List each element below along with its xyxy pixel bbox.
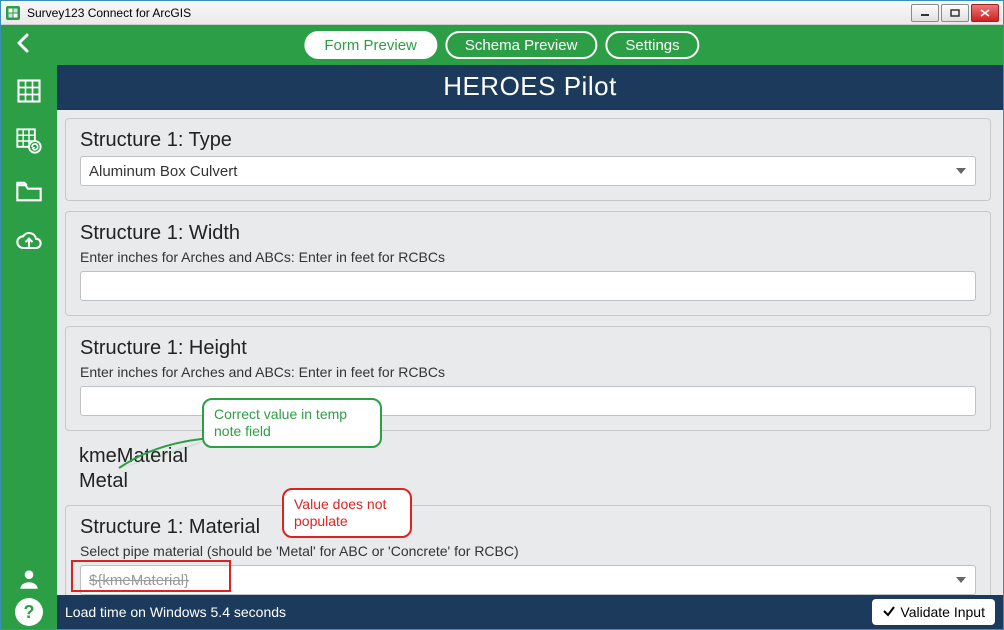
header-bar: Form Preview Schema Preview Settings (1, 25, 1003, 65)
check-icon (882, 604, 896, 621)
minimize-button[interactable] (911, 4, 939, 22)
back-button[interactable] (13, 32, 35, 59)
question-material-select[interactable] (80, 565, 976, 595)
question-width-label: Structure 1: Width (80, 222, 976, 245)
titlebar: Survey123 Connect for ArcGIS (1, 1, 1003, 25)
question-material: Structure 1: Material Select pipe materi… (65, 505, 991, 595)
maximize-button[interactable] (941, 4, 969, 22)
footer-row: ? Load time on Windows 5.4 seconds Valid… (1, 595, 1003, 629)
question-width: Structure 1: Width Enter inches for Arch… (65, 211, 991, 316)
window-title: Survey123 Connect for ArcGIS (27, 6, 191, 20)
question-height-hint: Enter inches for Arches and ABCs: Enter … (80, 364, 976, 380)
sidebar (1, 65, 57, 595)
form-title: HEROES Pilot (57, 65, 1003, 110)
question-type-select[interactable] (80, 156, 976, 186)
annotation-correct: Correct value in temp note field (202, 398, 382, 448)
validate-input-button[interactable]: Validate Input (872, 599, 995, 625)
content: HEROES Pilot Structure 1: Type Structure… (57, 65, 1003, 595)
question-material-label: Structure 1: Material (80, 516, 976, 539)
close-button[interactable] (971, 4, 999, 22)
cloud-upload-icon[interactable] (13, 225, 45, 257)
tab-schema-preview[interactable]: Schema Preview (445, 31, 598, 59)
user-icon[interactable] (13, 563, 45, 595)
footer: Load time on Windows 5.4 seconds Validat… (57, 595, 1003, 629)
tab-form-preview[interactable]: Form Preview (304, 31, 437, 59)
footer-side: ? (1, 595, 57, 629)
question-height-label: Structure 1: Height (80, 337, 976, 360)
app-icon (5, 5, 21, 21)
body: HEROES Pilot Structure 1: Type Structure… (1, 65, 1003, 595)
validate-label: Validate Input (900, 604, 985, 620)
annotation-notpop: Value does not populate (282, 488, 412, 538)
help-button[interactable]: ? (15, 598, 43, 626)
folder-icon[interactable] (13, 175, 45, 207)
question-material-select-wrap (80, 565, 976, 595)
question-type: Structure 1: Type (65, 118, 991, 201)
tab-settings[interactable]: Settings (605, 31, 699, 59)
question-type-label: Structure 1: Type (80, 129, 976, 152)
app-window: Survey123 Connect for ArcGIS Form Previe… (0, 0, 1004, 630)
question-width-hint: Enter inches for Arches and ABCs: Enter … (80, 249, 976, 265)
question-type-select-wrap (80, 156, 976, 186)
refresh-data-icon[interactable] (13, 125, 45, 157)
question-material-hint: Select pipe material (should be 'Metal' … (80, 543, 976, 559)
tab-group: Form Preview Schema Preview Settings (304, 31, 699, 59)
form-scroll[interactable]: Structure 1: Type Structure 1: Width Ent… (57, 110, 1003, 595)
question-width-input[interactable] (80, 271, 976, 301)
load-time-text: Load time on Windows 5.4 seconds (65, 604, 286, 620)
spreadsheet-icon[interactable] (13, 75, 45, 107)
